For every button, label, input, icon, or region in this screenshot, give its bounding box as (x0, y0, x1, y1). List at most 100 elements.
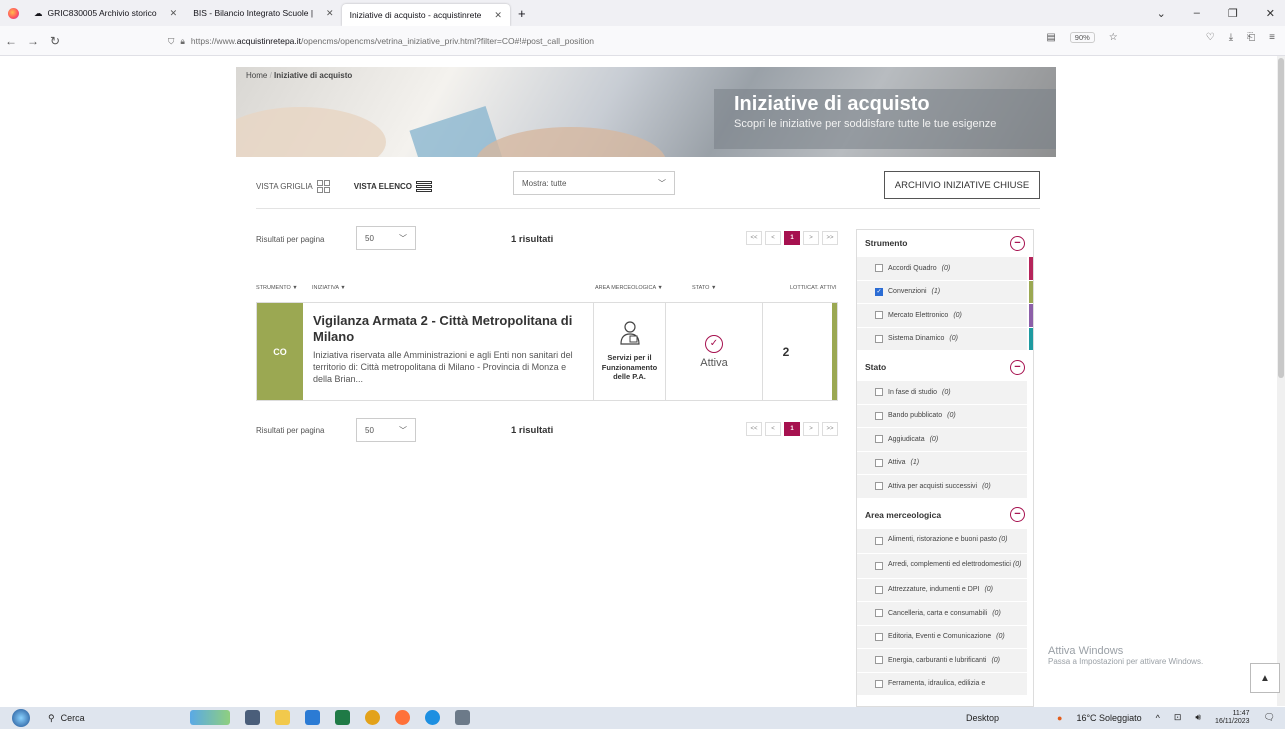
checkbox[interactable] (875, 482, 883, 491)
filter-convenzioni[interactable]: ✓ Convenzioni (1) (857, 279, 1033, 303)
chevron-up-icon[interactable]: ^ (1156, 713, 1160, 723)
back-icon[interactable]: ← (0, 34, 22, 48)
filter-cancelleria[interactable]: Cancelleria, carta e consumabili (0) (857, 601, 1027, 625)
excel-icon[interactable] (335, 710, 350, 725)
close-tab-icon[interactable]: ✕ (170, 8, 178, 19)
clock[interactable]: 11:47 16/11/2023 (1215, 710, 1250, 725)
col-area-merceologica[interactable]: AREA MERCEOLOGICA ▼ (595, 285, 663, 291)
pager-first[interactable]: << (746, 231, 762, 245)
pager-page[interactable]: 1 (784, 422, 800, 436)
checkbox[interactable] (875, 632, 883, 641)
checkbox[interactable] (875, 311, 883, 320)
close-tab-icon[interactable]: ✕ (494, 10, 502, 21)
filter-attrezzature[interactable]: Attrezzature, indumenti e DPI (0) (857, 577, 1027, 601)
collapse-icon[interactable]: − (1010, 359, 1025, 375)
tab-archivio[interactable]: ☁ GRIC830005 Archivio storico ✕ (26, 0, 185, 26)
filter-sistema-dinamico[interactable]: Sistema Dinamico (0) (857, 326, 1033, 350)
menu-icon[interactable]: ≡ (1269, 32, 1275, 43)
checkbox-checked[interactable]: ✓ (875, 287, 883, 296)
filter-bando-pubblicato[interactable]: Bando pubblicato (0) (857, 403, 1027, 427)
back-to-top-button[interactable]: ▲ (1250, 663, 1280, 693)
vista-elenco-button[interactable]: VISTA ELENCO (354, 180, 432, 192)
checkbox[interactable] (875, 334, 883, 343)
tab-list-icon[interactable]: ⌄ (1157, 7, 1166, 20)
file-explorer-icon[interactable] (275, 710, 290, 725)
widget-icon[interactable] (190, 710, 230, 725)
initiative-card[interactable]: CO Vigilanza Armata 2 - Città Metropolit… (256, 302, 838, 401)
pocket-icon[interactable]: ♡ (1206, 32, 1215, 43)
checkbox[interactable] (875, 536, 883, 545)
desktop-toolbar[interactable]: Desktop (966, 713, 999, 723)
collapse-icon[interactable]: − (1010, 235, 1025, 251)
pager-last[interactable]: >> (822, 231, 838, 245)
task-view-icon[interactable] (245, 710, 260, 725)
filter-attiva-acquisti-successivi[interactable]: Attiva per acquisti successivi (0) (857, 474, 1027, 498)
checkbox[interactable] (875, 609, 883, 618)
checkbox[interactable] (875, 411, 883, 420)
mostra-select[interactable]: Mostra: tutte ﹀ (513, 171, 675, 195)
weather-label[interactable]: 16°C Soleggiato (1076, 713, 1141, 723)
checkbox[interactable] (875, 585, 883, 594)
pager-next[interactable]: > (803, 231, 819, 245)
col-iniziativa[interactable]: INIZIATIVA ▼ (312, 285, 346, 291)
filter-ferramenta[interactable]: Ferramenta, idraulica, edilizia e (857, 671, 1027, 695)
start-button[interactable] (12, 709, 30, 727)
zoom-level[interactable]: 90% (1069, 32, 1095, 43)
reload-icon[interactable]: ↻ (44, 34, 66, 48)
pager-last[interactable]: >> (822, 422, 838, 436)
maximize-icon[interactable]: ❐ (1228, 7, 1238, 20)
pager-first[interactable]: << (746, 422, 762, 436)
checkbox[interactable] (875, 679, 883, 688)
page-scrollbar[interactable] (1277, 56, 1285, 706)
filter-aggiudicata[interactable]: Aggiudicata (0) (857, 427, 1027, 451)
filter-area-header[interactable]: Area merceologica − (857, 502, 1033, 528)
camera-icon[interactable] (455, 710, 470, 725)
filter-editoria[interactable]: Editoria, Eventi e Comunicazione (0) (857, 624, 1027, 648)
vista-griglia-button[interactable]: VISTA GRIGLIA (256, 179, 330, 193)
initiative-title[interactable]: Vigilanza Armata 2 - Città Metropolitana… (313, 313, 583, 344)
new-tab-button[interactable]: + (510, 0, 534, 26)
checkbox[interactable] (875, 264, 883, 273)
close-window-icon[interactable]: ✕ (1266, 7, 1275, 20)
filter-mercato-elettronico[interactable]: Mercato Elettronico (0) (857, 303, 1033, 327)
filter-strumento-header[interactable]: Strumento − (857, 230, 1033, 256)
collapse-icon[interactable]: − (1010, 507, 1025, 522)
forward-icon[interactable]: → (22, 34, 44, 48)
pager-next[interactable]: > (803, 422, 819, 436)
chrome-icon[interactable] (365, 710, 380, 725)
close-tab-icon[interactable]: ✕ (326, 8, 334, 19)
filter-accordi-quadro[interactable]: Accordi Quadro (0) (857, 256, 1033, 280)
pager-prev[interactable]: < (765, 422, 781, 436)
word-icon[interactable] (305, 710, 320, 725)
firefox-icon[interactable] (395, 710, 410, 725)
checkbox[interactable] (875, 388, 883, 397)
filter-attiva[interactable]: Attiva (1) (857, 450, 1027, 474)
filter-energia[interactable]: Energia, carburanti e lubrificanti (0) (857, 648, 1027, 672)
checkbox[interactable] (875, 656, 883, 665)
col-strumento[interactable]: STRUMENTO ▼ (256, 285, 298, 291)
reader-view-icon[interactable]: ▤ (1046, 32, 1055, 43)
edge-icon[interactable] (425, 710, 440, 725)
firefox-menu-icon[interactable] (0, 7, 26, 19)
network-icon[interactable]: ⊡ (1174, 712, 1182, 723)
download-icon[interactable]: ⤓ (1229, 32, 1233, 43)
rpp-select-bottom[interactable]: 50 ﹀ (356, 418, 416, 442)
filter-stato-header[interactable]: Stato − (857, 354, 1033, 380)
checkbox[interactable] (875, 561, 883, 570)
extensions-icon[interactable]: ⎗ (1247, 32, 1255, 43)
address-bar[interactable]: ⛉ 🔒︎ https://www.acquistinretepa.it/open… (168, 31, 594, 51)
filter-alimenti[interactable]: Alimenti, ristorazione e buoni pasto (0) (857, 527, 1027, 553)
pager-page[interactable]: 1 (784, 231, 800, 245)
rpp-select-top[interactable]: 50 ﹀ (356, 226, 416, 250)
breadcrumb-home[interactable]: Home (246, 71, 267, 80)
checkbox[interactable] (875, 435, 883, 444)
tab-bis[interactable]: BIS - Bilancio Integrato Scuole | ✕ (185, 0, 341, 26)
taskbar-search[interactable]: ⚲ Cerca (48, 713, 85, 724)
bookmark-star-icon[interactable]: ☆ (1109, 32, 1118, 43)
archivio-iniziative-chiuse-button[interactable]: ARCHIVIO INIZIATIVE CHIUSE (884, 171, 1040, 199)
checkbox[interactable] (875, 458, 883, 467)
filter-arredi[interactable]: Arredi, complementi ed elettrodomestici … (857, 552, 1027, 578)
notifications-icon[interactable]: 🗨︎ (1264, 712, 1275, 723)
volume-icon[interactable]: 🔊︎ (1195, 712, 1201, 723)
col-stato[interactable]: STATO ▼ (692, 285, 716, 291)
